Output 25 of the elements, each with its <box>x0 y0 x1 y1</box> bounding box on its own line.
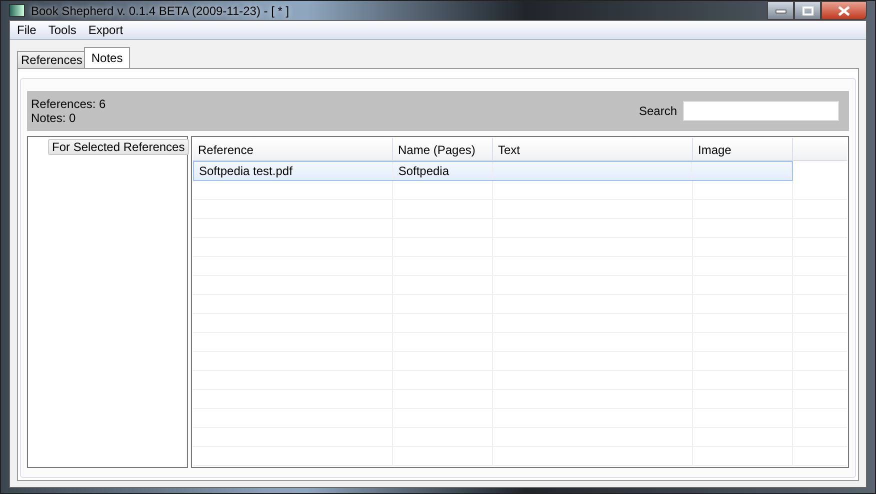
minimize-button[interactable] <box>767 1 794 20</box>
references-count: References: 6 <box>31 97 106 111</box>
notes-count: Notes: 0 <box>31 111 77 125</box>
app-icon <box>9 4 25 17</box>
column-header[interactable]: Text <box>493 138 693 160</box>
menu-item[interactable]: File <box>11 23 42 37</box>
tab[interactable]: References <box>17 51 86 68</box>
window-title: Book Shepherd v. 0.1.4 BETA (2009-11-23) - [ * ] <box>31 4 290 18</box>
minimize-icon <box>774 8 786 14</box>
table-row[interactable]: Softpedia test.pdf Softpedia <box>193 161 793 181</box>
table-cell: Softpedia <box>393 162 493 180</box>
close-button[interactable] <box>821 1 867 20</box>
menu-item[interactable]: Export <box>82 23 130 37</box>
maximize-icon <box>802 6 814 16</box>
column-header[interactable]: Image <box>693 138 793 160</box>
menu-item[interactable]: Tools <box>42 23 82 37</box>
search-label: Search <box>638 104 677 118</box>
close-icon <box>837 6 851 16</box>
column-header[interactable]: Reference <box>193 138 393 160</box>
maximize-button[interactable] <box>794 1 821 20</box>
search-field[interactable] <box>683 101 839 121</box>
table-cell: Softpedia test.pdf <box>194 162 394 180</box>
column-header[interactable]: Name (Pages) <box>393 138 493 160</box>
tab[interactable]: Notes <box>84 47 130 68</box>
filter-button[interactable]: For Selected References <box>48 139 189 155</box>
